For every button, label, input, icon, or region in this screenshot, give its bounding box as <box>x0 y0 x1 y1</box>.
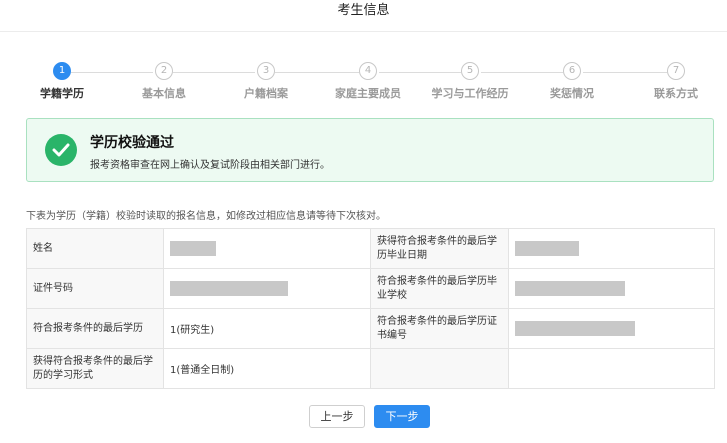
redacted-block <box>515 241 579 256</box>
field-label: 姓名 <box>26 228 164 269</box>
redacted-block <box>515 321 635 336</box>
id-number-value <box>163 268 371 309</box>
check-circle-icon <box>45 134 77 166</box>
field-label: 证件号码 <box>26 268 164 309</box>
graduation-date-value <box>508 228 715 269</box>
step-number: 3 <box>257 62 275 80</box>
step-label: 奖惩情况 <box>550 87 594 100</box>
certificate-number-value <box>508 308 715 349</box>
name-value <box>163 228 371 269</box>
step-5[interactable]: 5 学习与工作经历 <box>425 62 515 101</box>
step-label: 户籍档案 <box>244 87 288 100</box>
step-number: 7 <box>667 62 685 80</box>
table-row: 证件号码 符合报考条件的最后学历毕业学校 <box>26 268 715 309</box>
table-note: 下表为学历（学籍）校验时读取的报名信息，如修改过相应信息请等待下次核对。 <box>26 211 386 222</box>
step-number: 2 <box>155 62 173 80</box>
next-step-button[interactable]: 下一步 <box>374 405 430 428</box>
step-label: 基本信息 <box>142 87 186 100</box>
step-number: 1 <box>53 62 71 80</box>
step-7[interactable]: 7 联系方式 <box>631 62 721 101</box>
table-row: 获得符合报考条件的最后学历的学习形式 1(普通全日制) <box>26 348 715 389</box>
redacted-block <box>170 281 288 296</box>
table-row: 姓名 获得符合报考条件的最后学历毕业日期 <box>26 228 715 269</box>
graduation-school-value <box>508 268 715 309</box>
step-number: 5 <box>461 62 479 80</box>
step-label: 家庭主要成员 <box>335 87 401 100</box>
applicant-info-table: 姓名 获得符合报考条件的最后学历毕业日期 证件号码 符合报考条件的最后学历毕业学… <box>26 228 715 389</box>
study-mode-value: 1(普通全日制) <box>163 348 371 389</box>
field-label: 符合报考条件的最后学历毕业学校 <box>370 268 509 309</box>
step-6[interactable]: 6 奖惩情况 <box>527 62 617 101</box>
progress-steps: 1 学籍学历 2 基本信息 3 户籍档案 4 家庭主要成员 5 学习与工作经历 … <box>0 62 727 102</box>
table-row: 符合报考条件的最后学历 1(研究生) 符合报考条件的最后学历证书编号 <box>26 308 715 349</box>
field-label: 符合报考条件的最后学历 <box>26 308 164 349</box>
page-title: 考生信息 <box>337 3 390 18</box>
title-divider <box>0 31 727 32</box>
step-3[interactable]: 3 户籍档案 <box>221 62 311 101</box>
education-level-value: 1(研究生) <box>163 308 371 349</box>
step-1[interactable]: 1 学籍学历 <box>17 62 107 101</box>
alert-description: 报考资格审查在网上确认及复试阶段由相关部门进行。 <box>90 160 330 171</box>
step-label: 联系方式 <box>654 87 698 100</box>
empty-cell <box>508 348 715 389</box>
empty-cell <box>370 348 509 389</box>
step-label: 学习与工作经历 <box>431 87 509 100</box>
alert-title: 学历校验通过 <box>90 135 174 151</box>
redacted-block <box>170 241 216 256</box>
redacted-block <box>515 281 625 296</box>
field-label: 符合报考条件的最后学历证书编号 <box>370 308 509 349</box>
step-number: 6 <box>563 62 581 80</box>
step-label: 学籍学历 <box>40 87 84 100</box>
field-label: 获得符合报考条件的最后学历的学习形式 <box>26 348 164 389</box>
prev-step-button[interactable]: 上一步 <box>309 405 365 428</box>
step-4[interactable]: 4 家庭主要成员 <box>323 62 413 101</box>
step-number: 4 <box>359 62 377 80</box>
step-2[interactable]: 2 基本信息 <box>119 62 209 101</box>
field-label: 获得符合报考条件的最后学历毕业日期 <box>370 228 509 269</box>
success-alert: 学历校验通过 报考资格审查在网上确认及复试阶段由相关部门进行。 <box>26 118 714 182</box>
